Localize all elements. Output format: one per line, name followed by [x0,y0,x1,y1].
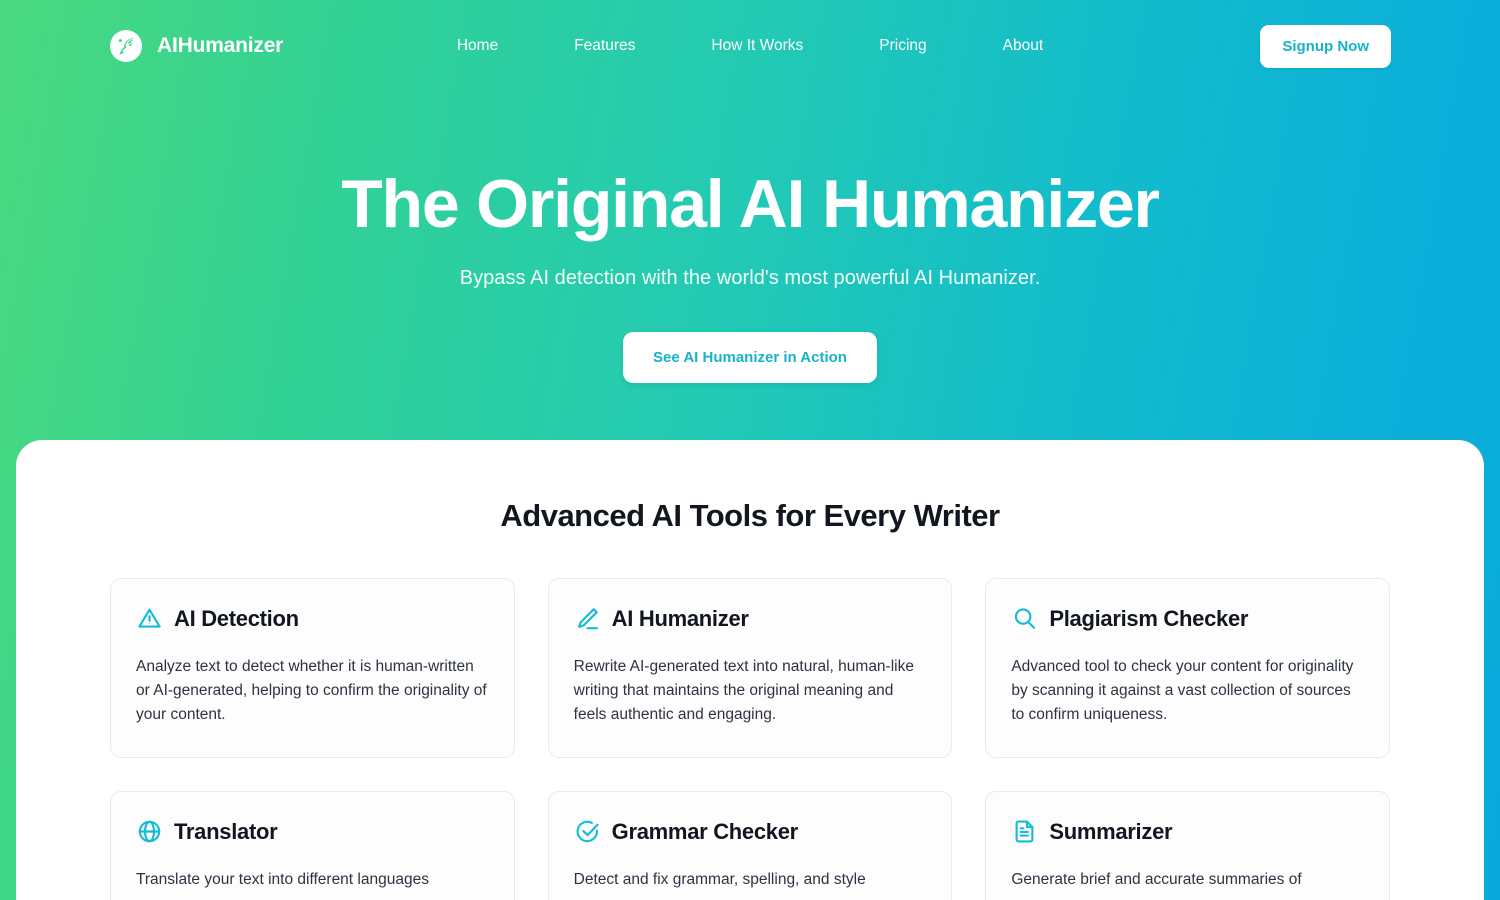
hero-subtitle: Bypass AI detection with the world's mos… [459,267,1041,290]
card-title: Summarizer [1049,818,1173,844]
tool-card-summarizer[interactable]: Summarizer Generate brief and accurate s… [985,791,1390,900]
card-title: Plagiarism Checker [1049,605,1249,631]
signup-button[interactable]: Signup Now [1260,24,1391,68]
card-description: Generate brief and accurate summaries of [1011,871,1302,888]
card-header: Summarizer [1011,818,1364,845]
nav-item-how-it-works[interactable]: How It Works [711,31,803,61]
magnifier-search-icon [1011,605,1038,632]
tool-card-ai-detection[interactable]: AI Detection Analyze text to detect whet… [110,578,515,758]
tools-section-heading: Advanced AI Tools for Every Writer [500,498,1000,533]
tool-card-grammar-checker[interactable]: Grammar Checker Detect and fix grammar, … [547,791,953,900]
site-header: AIHumanizer Home Features How It Works P… [0,0,1500,92]
card-title: Translator [174,818,278,844]
card-description: Analyze text to detect whether it is hum… [136,658,487,724]
hero-title: The Original AI Humanizer [341,166,1160,242]
file-text-icon [1011,818,1038,845]
card-title: AI Detection [174,605,299,631]
card-description: Advanced tool to check your content for … [1011,658,1354,724]
tools-grid: AI Detection Analyze text to detect whet… [110,578,1390,900]
tool-card-ai-humanizer[interactable]: AI Humanizer Rewrite AI-generated text i… [547,578,953,758]
tool-card-plagiarism-checker[interactable]: Plagiarism Checker Advanced tool to chec… [985,578,1390,758]
card-description: Rewrite AI-generated text into natural, … [573,658,914,724]
tools-panel: Advanced AI Tools for Every Writer AI De… [16,440,1484,900]
nav-item-home[interactable]: Home [457,31,498,61]
check-circle-icon [574,818,601,845]
card-description: Translate your text into different langu… [136,871,429,888]
tool-card-translator[interactable]: Translator Translate your text into diff… [110,791,515,900]
alert-triangle-icon [136,605,163,632]
landing-page: AIHumanizer Home Features How It Works P… [0,0,1500,900]
card-description: Detect and fix grammar, spelling, and st… [573,871,866,888]
card-header: AI Detection [136,605,489,632]
card-title: Grammar Checker [611,818,799,844]
pencil-edit-icon [574,605,601,632]
card-header: Translator [136,818,489,845]
card-title: AI Humanizer [611,605,749,631]
hero-cta-button[interactable]: See AI Humanizer in Action [623,332,877,384]
nav-item-pricing[interactable]: Pricing [879,31,926,61]
card-header: Grammar Checker [574,818,927,845]
nav-item-about[interactable]: About [1003,31,1044,61]
nav-item-features[interactable]: Features [574,31,635,61]
card-header: Plagiarism Checker [1011,605,1364,632]
card-header: AI Humanizer [574,605,927,632]
hero-section: The Original AI Humanizer Bypass AI dete… [0,92,1500,384]
globe-icon [136,818,163,845]
